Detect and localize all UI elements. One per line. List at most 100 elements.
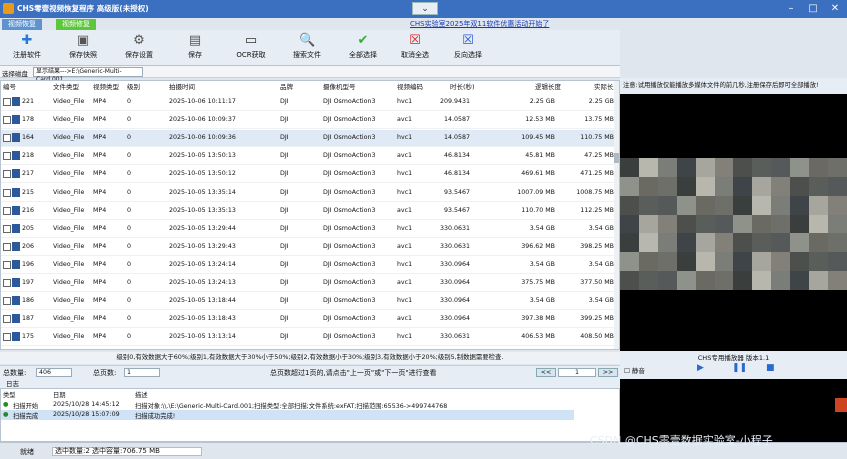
select-all-button[interactable]: ✔ 全部选择 xyxy=(338,32,388,64)
maximize-button[interactable]: □ xyxy=(804,1,822,16)
table-row[interactable]: 196 Video_File MP4 0 2025-10-05 13:24:14 DJI D… xyxy=(1,257,617,274)
column-header[interactable]: 摄像机型号 xyxy=(323,81,356,93)
table-row[interactable]: 178 Video_File MP4 0 2025-10-06 10:09:37 DJI D… xyxy=(1,112,617,130)
table-row[interactable]: 186 Video_File MP4 0 2025-10-05 13:18:44 DJI D… xyxy=(1,293,617,311)
table-row[interactable]: 217 Video_File MP4 0 2025-10-05 13:50:12 DJI D… xyxy=(1,166,617,184)
table-cell: 471.25 MB xyxy=(580,170,614,178)
close-overlay-icon[interactable] xyxy=(835,398,847,412)
row-checkbox[interactable] xyxy=(3,116,11,125)
table-cell: DJI xyxy=(280,242,289,250)
row-checkbox[interactable] xyxy=(3,279,11,287)
table-cell: 112.25 MB xyxy=(580,206,614,214)
table-cell: 2025-10-05 13:50:13 xyxy=(169,152,236,160)
pause-icon[interactable]: ❚❚ xyxy=(732,363,747,373)
save-snapshot-button[interactable]: ▣ 保存快照 xyxy=(58,32,108,64)
deselect-icon: ☒ xyxy=(409,33,421,48)
table-cell: DJI OsmoAction3 xyxy=(323,98,376,105)
log-row[interactable]: ● 扫描开始 2025/10/28 14:45:12 扫描对象:\\.\E:\G… xyxy=(1,400,619,410)
play-icon[interactable]: ▶ xyxy=(697,363,704,373)
column-header[interactable]: 品牌 xyxy=(280,81,293,93)
next-page-button[interactable]: >> xyxy=(598,368,618,377)
total-value: 406 xyxy=(36,368,72,377)
column-header[interactable]: 级别 xyxy=(127,81,140,93)
table-row[interactable]: 175 Video_File MP4 0 2025-10-05 13:13:14 DJI D… xyxy=(1,329,617,347)
row-checkbox[interactable] xyxy=(3,152,11,161)
row-checkbox[interactable] xyxy=(3,297,11,306)
save-button[interactable]: ▤ 保存 xyxy=(170,32,220,64)
table-row[interactable]: 218 Video_File MP4 0 2025-10-05 13:50:13 DJI D… xyxy=(1,148,617,166)
row-checkbox[interactable] xyxy=(3,333,11,342)
table-cell: MP4 xyxy=(93,242,107,250)
table-cell: avc1 xyxy=(397,206,413,214)
table-cell: 175 xyxy=(22,333,35,341)
video-preview xyxy=(620,94,847,351)
tab-video-repair[interactable]: 视频修复 xyxy=(56,19,96,30)
stop-icon[interactable]: ■ xyxy=(766,363,775,373)
table-cell: avc1 xyxy=(397,242,413,250)
table-cell: MP4 xyxy=(93,315,107,323)
table-row[interactable]: 197 Video_File MP4 0 2025-10-05 13:24:13 DJI D… xyxy=(1,275,617,292)
trial-note: 注意:试用播放仅能播放多媒体文件的前几秒,注册保存后即可全部播放! xyxy=(620,78,847,94)
table-cell: 406.53 MB xyxy=(521,333,555,341)
row-checkbox[interactable] xyxy=(3,224,11,233)
select-disk-label[interactable]: 选择磁盘 xyxy=(2,68,28,78)
row-checkbox[interactable] xyxy=(3,188,11,197)
mute-checkbox[interactable]: ☐ 静音 xyxy=(624,365,645,375)
table-row[interactable]: 215 Video_File MP4 0 2025-10-05 13:35:14 DJI D… xyxy=(1,185,617,202)
table-scrollbar[interactable] xyxy=(614,81,619,349)
table-row[interactable]: 216 Video_File MP4 0 2025-10-05 13:35:13 DJI D… xyxy=(1,203,617,220)
video-file-icon xyxy=(12,241,20,251)
path-field[interactable]: 显示结果--->E:\Generic-Multi-Card.001 xyxy=(33,67,143,83)
table-cell: 2025-10-05 13:35:13 xyxy=(169,206,236,214)
row-checkbox[interactable] xyxy=(3,170,11,179)
search-files-button[interactable]: 🔍 搜索文件 xyxy=(282,32,332,64)
table-cell: MP4 xyxy=(93,116,107,124)
prev-page-button[interactable]: << xyxy=(536,368,556,377)
log-col-date: 日期 xyxy=(53,392,66,399)
row-checkbox[interactable] xyxy=(3,315,11,324)
close-button[interactable]: ✕ xyxy=(826,1,844,16)
table-row[interactable]: 164 Video_File MP4 0 2025-10-06 10:09:36 DJI D… xyxy=(1,130,617,148)
video-file-icon xyxy=(12,205,20,215)
register-button[interactable]: ✚ 注册软件 xyxy=(2,32,52,64)
page-input[interactable]: 1 xyxy=(558,368,596,377)
save-settings-button[interactable]: ⚙ 保存设置 xyxy=(114,32,164,64)
table-row[interactable]: 187 Video_File MP4 0 2025-10-05 13:18:43 DJI D… xyxy=(1,311,617,329)
tab-video-recover[interactable]: 视频恢复 xyxy=(2,19,42,30)
deselect-all-button[interactable]: ☒ 取消全选 xyxy=(390,32,440,64)
log-ok-icon: ● xyxy=(3,411,9,418)
column-header[interactable]: 视频编码 xyxy=(397,81,423,93)
row-checkbox[interactable] xyxy=(3,134,11,143)
table-cell: 186 xyxy=(22,297,35,305)
row-checkbox[interactable] xyxy=(3,242,11,251)
chevron-down-icon[interactable]: ⌄ xyxy=(412,2,438,15)
video-file-icon xyxy=(12,259,20,269)
table-cell: 330.0631 xyxy=(439,224,470,232)
table-cell: Video_File xyxy=(53,134,85,142)
row-checkbox[interactable] xyxy=(3,260,11,269)
invert-selection-button[interactable]: ☒ 反向选择 xyxy=(443,32,493,64)
table-cell: 110.75 MB xyxy=(580,134,614,142)
column-header[interactable]: 拍摄时间 xyxy=(169,81,195,93)
row-checkbox[interactable] xyxy=(3,98,11,106)
table-cell: 197 xyxy=(22,279,35,286)
table-cell: 2.25 GB xyxy=(529,98,555,105)
ocr-button[interactable]: ▭ OCR获取 xyxy=(226,32,276,64)
minimize-button[interactable]: – xyxy=(782,1,800,16)
table-row[interactable]: 205 Video_File MP4 0 2025-10-05 13:29:44 DJI D… xyxy=(1,221,617,238)
column-header[interactable]: 逻辑长度 xyxy=(535,81,561,93)
table-cell: 216 xyxy=(22,206,35,214)
column-header[interactable]: 视频类型 xyxy=(93,81,119,93)
table-row[interactable]: 206 Video_File MP4 0 2025-10-05 13:29:43 DJI D… xyxy=(1,239,617,256)
table-cell: 206 xyxy=(22,242,35,250)
row-checkbox[interactable] xyxy=(3,206,11,215)
table-cell: DJI OsmoAction3 xyxy=(323,134,376,142)
column-header[interactable]: 文件类型 xyxy=(53,81,79,93)
promo-link[interactable]: CHS实验室2025年双11软件优惠活动开始了 xyxy=(410,19,549,29)
table-cell: MP4 xyxy=(93,188,107,196)
column-header[interactable]: 编号 xyxy=(3,81,16,93)
table-row[interactable]: 221 Video_File MP4 0 2025-10-06 10:11:17 DJI D… xyxy=(1,94,617,111)
invert-icon: ☒ xyxy=(462,33,474,48)
column-header[interactable]: 时长(秒) xyxy=(450,81,475,93)
log-row[interactable]: ● 扫描完成 2025/10/28 15:07:09 扫描成功完成! xyxy=(1,410,574,420)
